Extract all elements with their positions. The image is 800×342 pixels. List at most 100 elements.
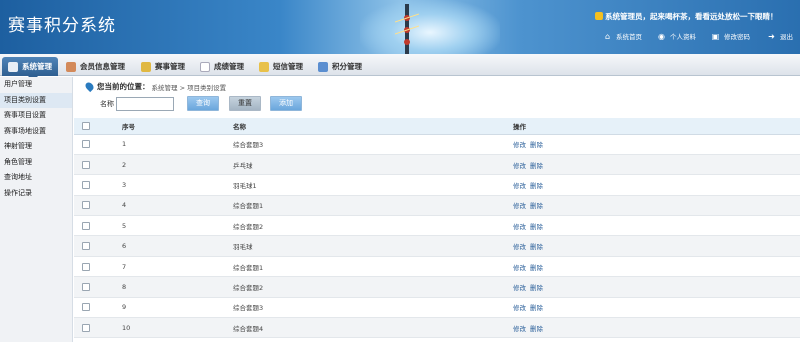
- row-name: 综合套题2: [233, 215, 513, 237]
- row-checkbox[interactable]: [82, 262, 90, 271]
- row-no: 9: [122, 297, 233, 319]
- edit-link[interactable]: 修改: [513, 182, 526, 190]
- member-icon: [66, 61, 76, 72]
- table-row: 2 乒乓球 修改 删除: [74, 154, 800, 176]
- sidebar-item-project-category[interactable]: 项目类别设置: [0, 92, 72, 108]
- row-checkbox[interactable]: [82, 323, 90, 332]
- delete-link[interactable]: 删除: [530, 304, 543, 312]
- sidebar-item-operation-log[interactable]: 操作记录: [0, 186, 72, 202]
- row-select-cell: [74, 195, 122, 217]
- delete-link[interactable]: 删除: [530, 223, 543, 231]
- row-name: 综合套题1: [233, 195, 513, 217]
- sidebar-item-roles[interactable]: 角色管理: [0, 155, 72, 171]
- name-input[interactable]: [116, 97, 174, 111]
- row-checkbox[interactable]: [82, 282, 90, 291]
- category-table: 序号 名称 操作 1 综合套题3 修改 删除 2 乒乓球 修改 删除 3 羽毛球1 修改 删除 4 综合套…: [74, 118, 800, 339]
- table-row: 6 羽毛球 修改 删除: [74, 235, 800, 257]
- main-nav: 系统管理 会员信息管理 赛事管理 成绩管理 短信管理 积分管理: [0, 54, 800, 81]
- sidebar-item-shooting[interactable]: 神射管理: [0, 139, 72, 155]
- welcome-text: 系统管理员，起来喝杯茶，看看远处放松一下眼睛！: [605, 12, 778, 21]
- edit-link[interactable]: 修改: [513, 162, 526, 170]
- edit-link[interactable]: 修改: [513, 141, 526, 149]
- delete-link[interactable]: 删除: [530, 202, 543, 210]
- row-select-cell: [74, 235, 122, 257]
- table-header-row: 序号 名称 操作: [74, 118, 800, 135]
- row-actions: 修改 删除: [513, 276, 800, 298]
- row-name: 综合套题3: [233, 297, 513, 319]
- delete-link[interactable]: 删除: [530, 243, 543, 251]
- change-password-label: 修改密码: [724, 33, 750, 41]
- sidebar-item-query-address[interactable]: 查询地址: [0, 170, 72, 186]
- chart-icon: [318, 61, 328, 72]
- row-no: 10: [122, 317, 233, 339]
- row-checkbox[interactable]: [82, 160, 90, 169]
- delete-link[interactable]: 删除: [530, 162, 543, 170]
- delete-link[interactable]: 删除: [530, 141, 543, 149]
- profile-link-label: 个人资料: [670, 33, 696, 41]
- table-row: 10 综合套题4 修改 删除: [74, 317, 800, 339]
- edit-link[interactable]: 修改: [513, 325, 526, 333]
- name-label: 名称: [100, 100, 114, 108]
- sidebar-item-event-venue[interactable]: 赛事场地设置: [0, 124, 72, 140]
- add-button[interactable]: 添加: [270, 96, 302, 111]
- row-select-cell: [74, 276, 122, 298]
- edit-link[interactable]: 修改: [513, 243, 526, 251]
- row-no: 8: [122, 276, 233, 298]
- delete-link[interactable]: 删除: [530, 264, 543, 272]
- row-name: 综合套题4: [233, 317, 513, 339]
- row-checkbox[interactable]: [82, 242, 90, 251]
- change-password-link[interactable]: ▣ 修改密码: [711, 31, 750, 42]
- select-all-cell: [74, 118, 122, 135]
- tab-label: 赛事管理: [155, 62, 185, 71]
- row-checkbox[interactable]: [82, 140, 90, 149]
- tab-label: 短信管理: [273, 62, 303, 71]
- row-select-cell: [74, 215, 122, 237]
- profile-link[interactable]: ◉ 个人资料: [657, 31, 696, 42]
- sidebar-item-users[interactable]: 用户管理: [0, 77, 72, 93]
- tab-member-management[interactable]: 会员信息管理: [66, 57, 125, 76]
- rowing-boat-image: [395, 4, 419, 54]
- row-name: 综合套题3: [233, 134, 513, 155]
- delete-link[interactable]: 删除: [530, 325, 543, 333]
- tab-event-management[interactable]: 赛事管理: [141, 57, 185, 76]
- row-actions: 修改 删除: [513, 174, 800, 196]
- top-links: ⌂ 系统首页 ◉ 个人资料 ▣ 修改密码 ➜ 退出: [0, 31, 800, 43]
- reset-button[interactable]: 重置: [229, 96, 261, 111]
- tab-score-management[interactable]: 成绩管理: [200, 57, 244, 76]
- search-button[interactable]: 查询: [187, 96, 219, 111]
- tab-label: 会员信息管理: [80, 62, 125, 71]
- row-select-cell: [74, 256, 122, 278]
- row-checkbox[interactable]: [82, 201, 90, 210]
- row-no: 2: [122, 154, 233, 176]
- row-actions: 修改 删除: [513, 297, 800, 319]
- delete-link[interactable]: 删除: [530, 284, 543, 292]
- row-select-cell: [74, 174, 122, 196]
- tab-system-management[interactable]: 系统管理: [2, 57, 58, 81]
- sidebar-item-event-project[interactable]: 赛事项目设置: [0, 108, 72, 124]
- tab-points-management[interactable]: 积分管理: [318, 57, 362, 76]
- edit-link[interactable]: 修改: [513, 304, 526, 312]
- row-no: 4: [122, 195, 233, 217]
- edit-link[interactable]: 修改: [513, 223, 526, 231]
- row-checkbox[interactable]: [82, 221, 90, 230]
- tab-sms-management[interactable]: 短信管理: [259, 57, 303, 76]
- select-all-checkbox[interactable]: [82, 121, 90, 130]
- home-link[interactable]: ⌂ 系统首页: [603, 31, 642, 42]
- row-select-cell: [74, 317, 122, 339]
- edit-link[interactable]: 修改: [513, 202, 526, 210]
- row-no: 1: [122, 134, 233, 155]
- tab-label: 系统管理: [22, 62, 52, 71]
- edit-link[interactable]: 修改: [513, 284, 526, 292]
- row-select-cell: [74, 154, 122, 176]
- delete-link[interactable]: 删除: [530, 182, 543, 190]
- exit-arrow-icon: ➜: [768, 31, 775, 41]
- lock-icon: ▣: [711, 31, 720, 41]
- row-actions: 修改 删除: [513, 195, 800, 217]
- row-checkbox[interactable]: [82, 180, 90, 189]
- logout-link[interactable]: ➜ 退出: [767, 31, 793, 42]
- table-row: 4 综合套题1 修改 删除: [74, 195, 800, 217]
- row-checkbox[interactable]: [82, 303, 90, 312]
- table-row: 3 羽毛球1 修改 删除: [74, 174, 800, 196]
- edit-link[interactable]: 修改: [513, 264, 526, 272]
- tea-icon: [595, 12, 603, 20]
